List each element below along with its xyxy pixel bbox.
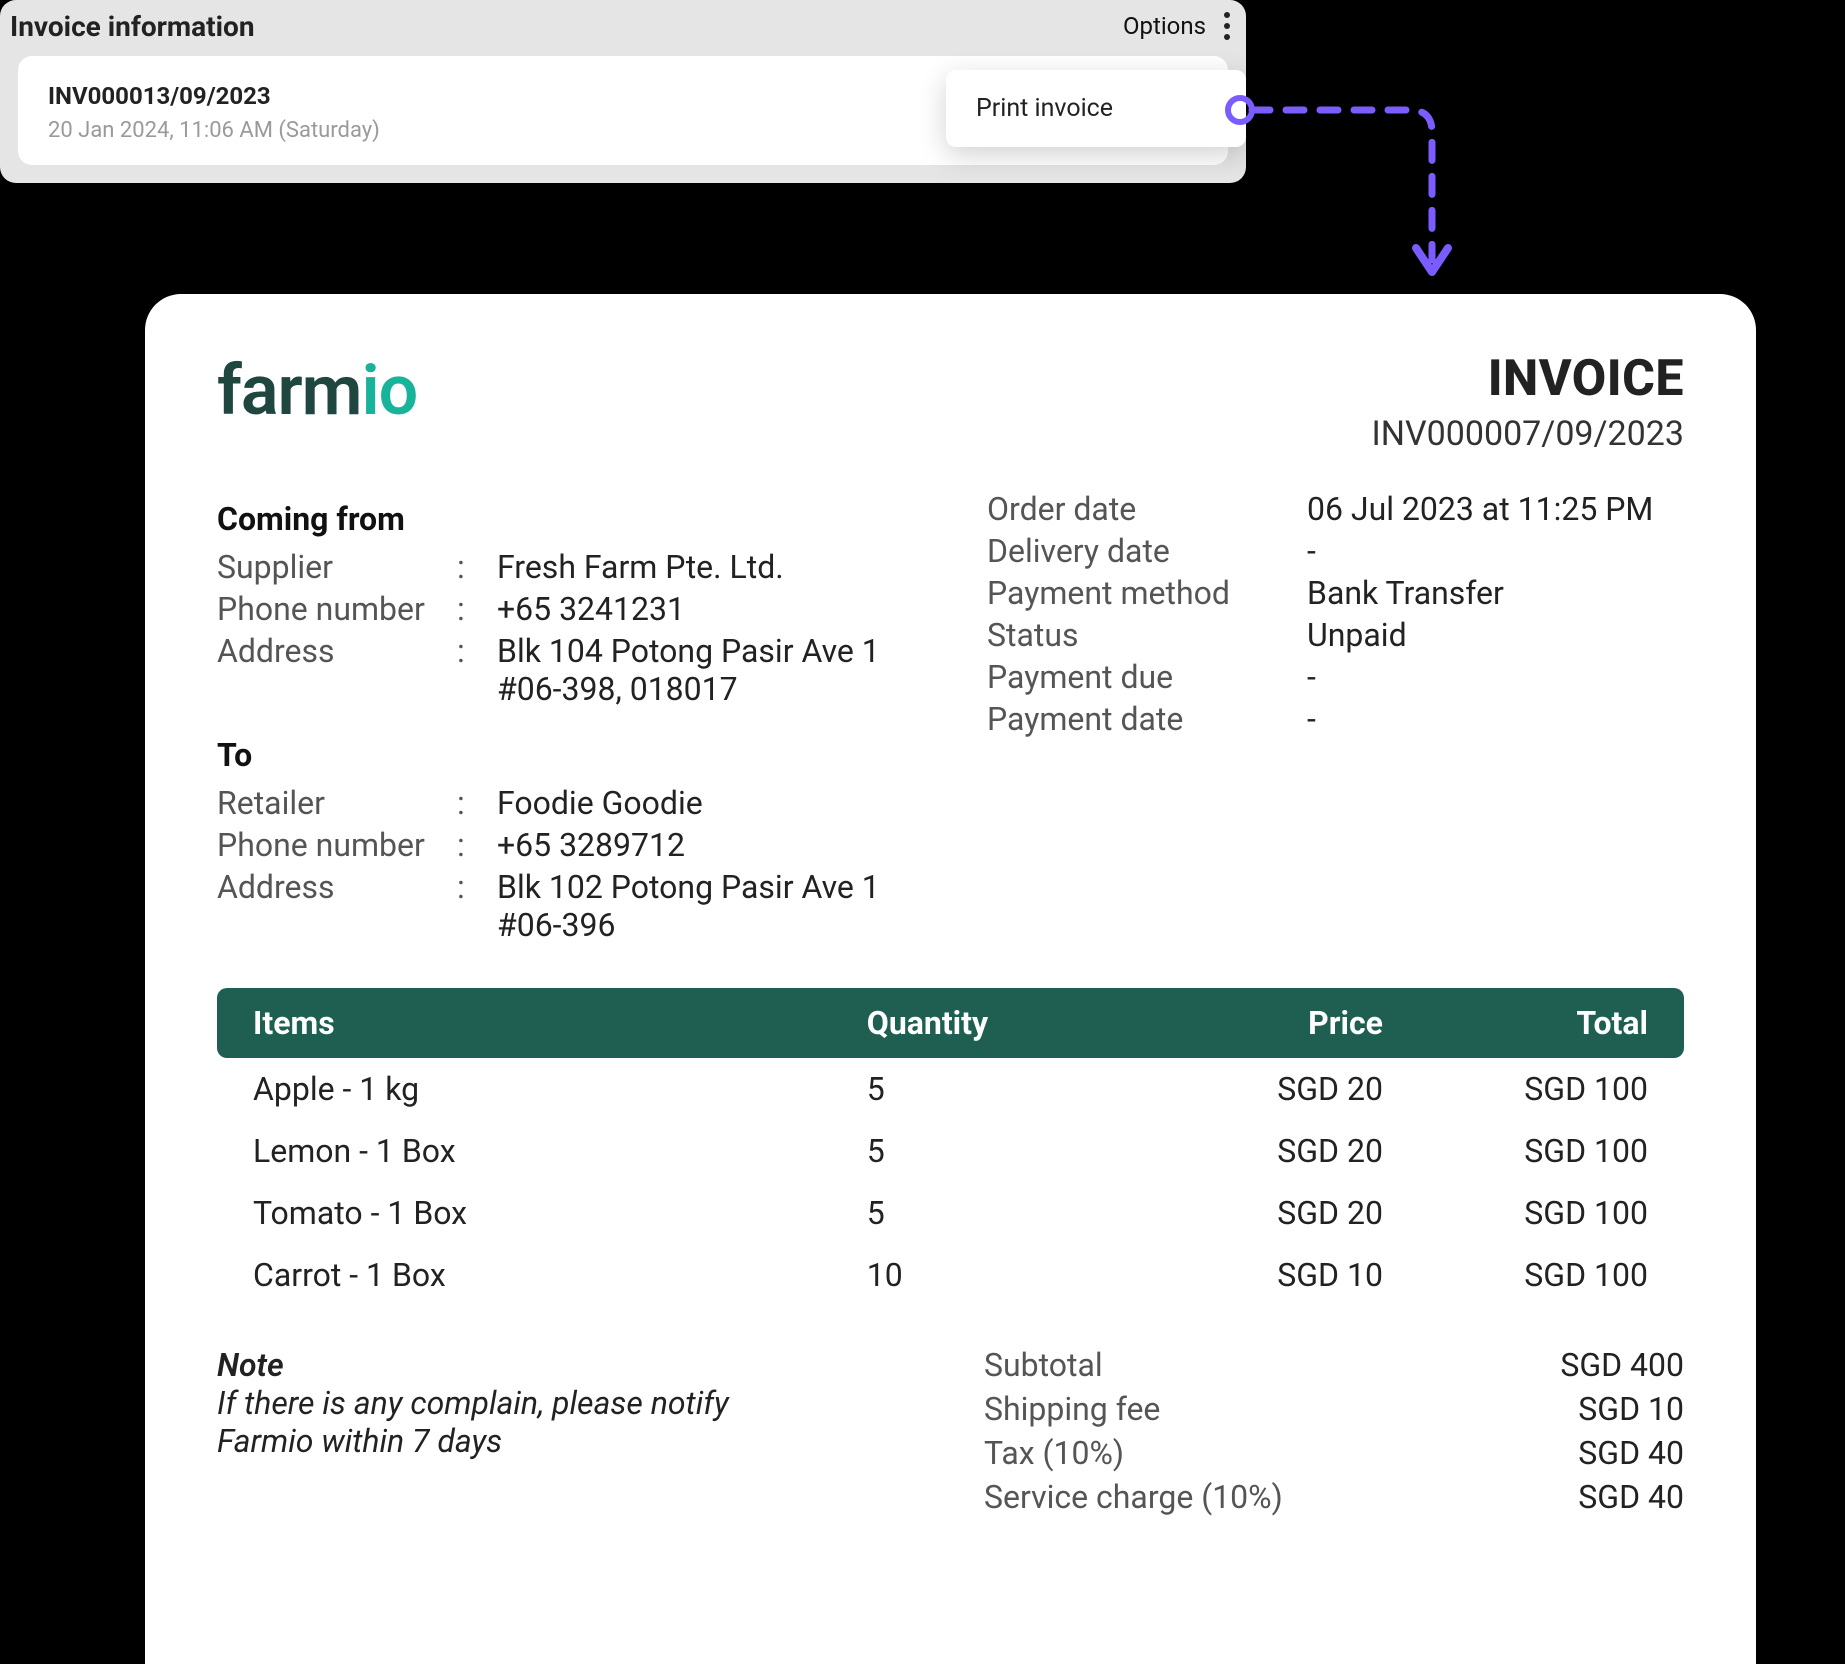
to-address-label: Address [217,868,457,906]
logo-text-post: io [361,350,417,432]
payment-date-value: - [1307,700,1316,738]
note-title: Note [217,1346,944,1384]
note-block: Note If there is any complain, please no… [217,1346,944,1522]
from-address-value: Blk 104 Potong Pasir Ave 1 #06-398, 0180… [497,632,880,708]
th-total: Total [1383,1004,1648,1042]
order-date-label: Order date [987,490,1307,528]
cell-price: SGD 20 [1118,1194,1383,1232]
options-label: Options [1123,12,1206,40]
print-invoice-item[interactable]: Print invoice [976,94,1216,123]
options-popover: Print invoice [946,70,1246,147]
subtotal-label: Subtotal [984,1346,1103,1384]
status-value: Unpaid [1307,616,1407,654]
supplier-value: Fresh Farm Pte. Ltd. [497,548,784,586]
cell-item: Apple - 1 kg [253,1070,867,1108]
shipping-value: SGD 10 [1578,1390,1684,1428]
delivery-date-value: - [1307,532,1316,570]
tax-value: SGD 40 [1578,1434,1684,1472]
cell-price: SGD 20 [1118,1132,1383,1170]
farmio-logo: farmio [217,350,417,432]
table-row: Carrot - 1 Box 10 SGD 10 SGD 100 [217,1244,1684,1306]
invoice-number: INV000007/09/2023 [1371,414,1684,454]
tax-label: Tax (10%) [984,1434,1124,1472]
to-address-value: Blk 102 Potong Pasir Ave 1 #06-396 [497,868,880,944]
supplier-label: Supplier [217,548,457,586]
th-items: Items [253,1004,867,1042]
cell-total: SGD 100 [1383,1070,1648,1108]
to-phone-value: +65 3289712 [497,826,685,864]
note-body: If there is any complain, please notify … [217,1384,944,1460]
cell-qty: 10 [867,1256,1118,1294]
service-value: SGD 40 [1578,1478,1684,1516]
payment-due-value: - [1307,658,1316,696]
retailer-value: Foodie Goodie [497,784,703,822]
cell-item: Tomato - 1 Box [253,1194,867,1232]
cell-total: SGD 100 [1383,1132,1648,1170]
service-label: Service charge (10%) [984,1478,1283,1516]
th-quantity: Quantity [867,1004,1118,1042]
payment-method-label: Payment method [987,574,1307,612]
items-table: Items Quantity Price Total Apple - 1 kg … [217,988,1684,1306]
payment-date-label: Payment date [987,700,1307,738]
shipping-label: Shipping fee [984,1390,1160,1428]
retailer-label: Retailer [217,784,457,822]
logo-text-pre: farm [217,350,361,432]
payment-due-label: Payment due [987,658,1307,696]
status-label: Status [987,616,1307,654]
cell-qty: 5 [867,1070,1118,1108]
cell-qty: 5 [867,1132,1118,1170]
from-address-label: Address [217,632,457,670]
cell-price: SGD 20 [1118,1070,1383,1108]
kebab-menu-icon [1220,6,1234,46]
flow-arrow-icon [1220,90,1480,300]
table-header: Items Quantity Price Total [217,988,1684,1058]
table-row: Apple - 1 kg 5 SGD 20 SGD 100 [217,1058,1684,1120]
table-row: Tomato - 1 Box 5 SGD 20 SGD 100 [217,1182,1684,1244]
from-phone-value: +65 3241231 [497,590,685,628]
summary-block: Subtotal SGD 400 Shipping fee SGD 10 Tax (… [984,1346,1684,1522]
table-row: Lemon - 1 Box 5 SGD 20 SGD 100 [217,1120,1684,1182]
options-button[interactable]: Options [1123,6,1234,46]
card-title: Invoice information [10,10,255,43]
payment-method-value: Bank Transfer [1307,574,1504,612]
from-phone-label: Phone number [217,590,457,628]
invoice-heading: INVOICE [1371,350,1684,408]
cell-qty: 5 [867,1194,1118,1232]
cell-price: SGD 10 [1118,1256,1383,1294]
to-heading: To [217,736,927,774]
cell-total: SGD 100 [1383,1194,1648,1232]
invoice-document: farmio INVOICE INV000007/09/2023 Coming … [145,294,1756,1664]
th-price: Price [1118,1004,1383,1042]
subtotal-value: SGD 400 [1560,1346,1684,1384]
order-date-value: 06 Jul 2023 at 11:25 PM [1307,490,1653,528]
delivery-date-label: Delivery date [987,532,1307,570]
cell-total: SGD 100 [1383,1256,1648,1294]
cell-item: Lemon - 1 Box [253,1132,867,1170]
cell-item: Carrot - 1 Box [253,1256,867,1294]
coming-from-heading: Coming from [217,500,927,538]
to-phone-label: Phone number [217,826,457,864]
